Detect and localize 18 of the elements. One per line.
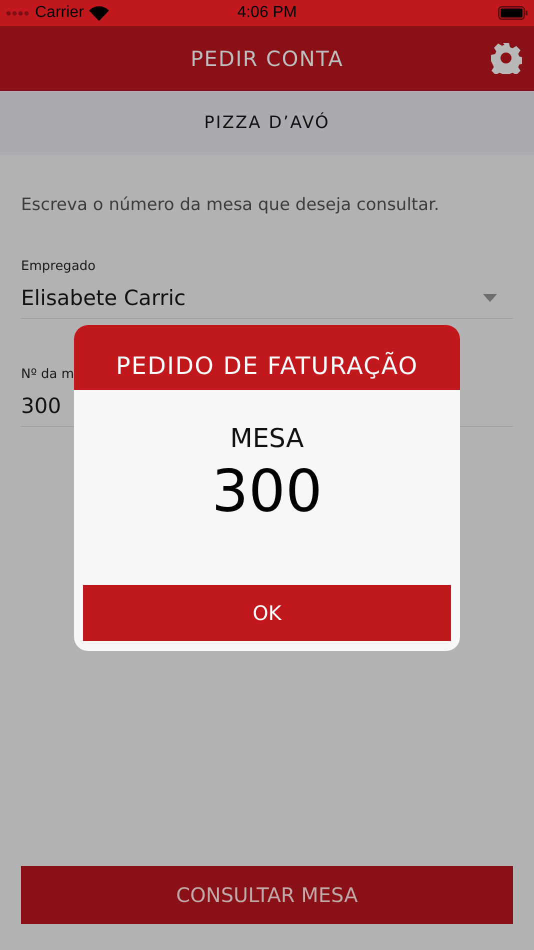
- wifi-icon: [88, 6, 109, 20]
- ok-button[interactable]: OK: [83, 585, 451, 641]
- instruction-text: Escreva o número da mesa que deseja consultar.: [21, 195, 440, 215]
- field-label: Nº da m: [21, 367, 74, 382]
- carrier-name: Carrier: [35, 4, 84, 22]
- restaurant-name: PIZZA D’AVÓ: [204, 113, 330, 133]
- dropdown-caret-icon: [483, 294, 497, 302]
- check-table-button[interactable]: CONSULTAR MESA: [21, 866, 513, 924]
- screen-title: PEDIR CONTA: [190, 46, 344, 70]
- settings-icon[interactable]: [490, 42, 522, 74]
- status-time: 4:06 PM: [237, 4, 297, 22]
- signal-icon: [6, 10, 30, 16]
- battery-icon: [498, 6, 528, 20]
- employee-dropdown[interactable]: Elisabete Carric: [21, 286, 513, 319]
- table-number: 300: [212, 460, 322, 524]
- dialog-title: PEDIDO DE FATURAÇÃO: [116, 350, 418, 380]
- table-label: MESA: [230, 424, 304, 454]
- field-label: Empregado: [21, 259, 96, 274]
